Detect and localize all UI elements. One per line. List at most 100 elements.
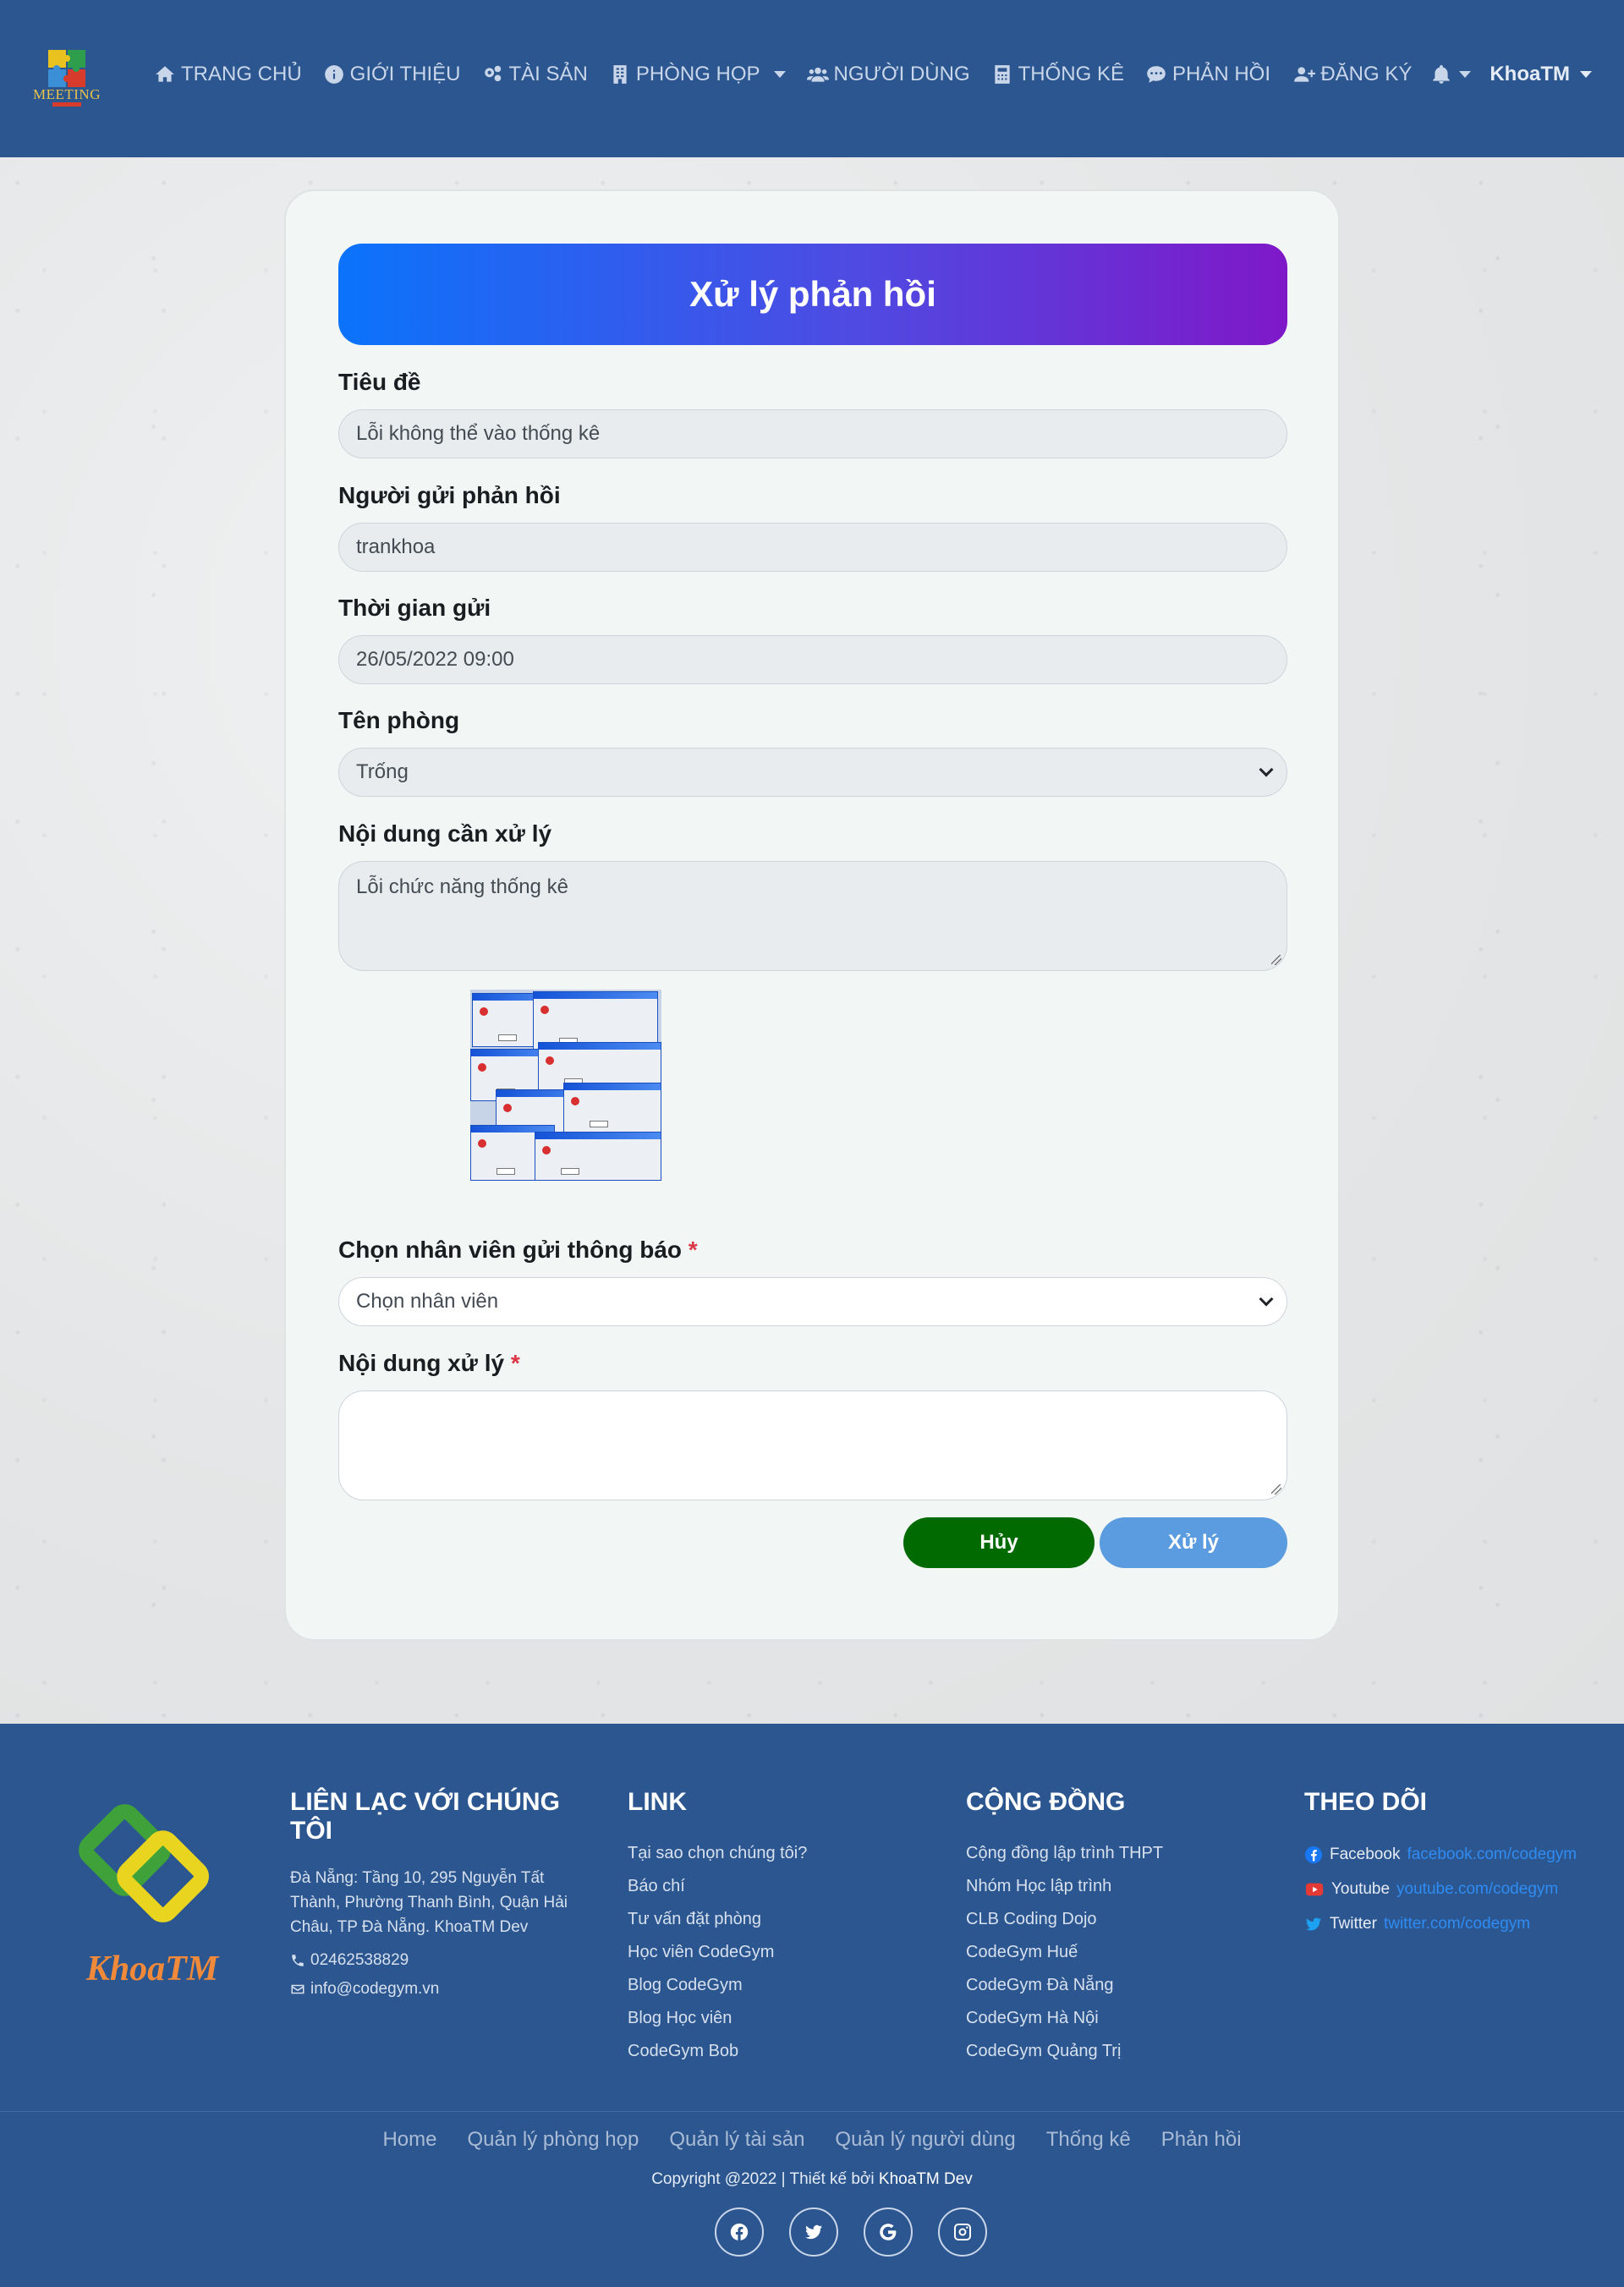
google-button[interactable]	[864, 2207, 913, 2257]
footer-follow-column: THEO DÕI Facebook facebook.com/codegym Y…	[1304, 1788, 1609, 1941]
twitter-button[interactable]	[789, 2207, 838, 2257]
content-textarea: Lỗi chức năng thống kê	[338, 861, 1287, 971]
nav-feedback[interactable]: PHẢN HỒI	[1145, 63, 1270, 86]
footer-link-column: LINK Tại sao chọn chúng tôi? Báo chí Tư …	[628, 1788, 807, 2068]
nav-home-label: TRANG CHỦ	[181, 63, 302, 85]
form-header: Xử lý phản hồi	[338, 244, 1287, 345]
logo-underline	[52, 102, 81, 107]
community-link[interactable]: Cộng đồng lập trình THPT	[966, 1837, 1163, 1870]
resize-grip-icon[interactable]	[1271, 1484, 1281, 1495]
footer-link[interactable]: Tại sao chọn chúng tôi?	[628, 1837, 807, 1870]
staff-placeholder: Chọn nhân viên	[356, 1290, 499, 1313]
home-icon	[156, 66, 174, 82]
follow-facebook: Facebook facebook.com/codegym	[1304, 1837, 1609, 1872]
envelope-icon	[291, 1984, 304, 1994]
community-link[interactable]: CodeGym Hà Nội	[966, 2002, 1163, 2035]
link-list: Tại sao chọn chúng tôi? Báo chí Tư vấn đ…	[628, 1837, 807, 2068]
footer-nav-feedback[interactable]: Phản hồi	[1161, 2128, 1242, 2152]
submit-button[interactable]: Xử lý	[1100, 1517, 1287, 1568]
footer-community-column: CỘNG ĐỒNG Cộng đồng lập trình THPT Nhóm …	[966, 1788, 1163, 2068]
content-value: Lỗi chức năng thống kê	[356, 875, 568, 898]
footer-nav-rooms[interactable]: Quản lý phòng họp	[468, 2128, 639, 2152]
community-link[interactable]: CodeGym Đà Nẵng	[966, 1969, 1163, 2002]
sender-label: Người gửi phản hồi	[338, 482, 561, 508]
gears-icon	[484, 65, 501, 82]
nav-about[interactable]: GIỚI THIỆU	[323, 63, 461, 86]
google-icon	[880, 2224, 897, 2240]
chevron-down-icon	[1459, 71, 1472, 78]
footer-logo[interactable]: KhoaTM	[42, 1783, 245, 1994]
contact-email-text: info@codegym.vn	[310, 1980, 440, 1998]
footer-link[interactable]: Blog Học viên	[628, 2002, 807, 2035]
footer-logo-text: KhoaTM	[85, 1950, 219, 1988]
nav-assets[interactable]: TÀI SẢN	[482, 63, 588, 86]
footer-link[interactable]: CodeGym Bob	[628, 2035, 807, 2068]
copyright-prefix: Copyright @2022 | Thiết kế bởi	[651, 2170, 879, 2188]
twitter-label: Twitter	[1330, 1915, 1377, 1933]
puzzle-logo-icon	[48, 50, 85, 87]
nav-rooms-dropdown[interactable]: PHÒNG HỌP	[609, 63, 786, 86]
comment-icon	[1147, 66, 1166, 83]
notifications-dropdown[interactable]	[1430, 63, 1472, 85]
footer-contact-column: LIÊN LẠC VỚI CHÚNG TÔI Đà Nẵng: Tầng 10,…	[290, 1788, 595, 1999]
staff-select[interactable]: Chọn nhân viên	[338, 1277, 1287, 1326]
footer-link[interactable]: Blog CodeGym	[628, 1969, 807, 2002]
follow-twitter: Twitter twitter.com/codegym	[1304, 1906, 1609, 1941]
community-link[interactable]: CodeGym Quảng Trị	[966, 2035, 1163, 2068]
cancel-button[interactable]: Hủy	[903, 1517, 1095, 1568]
nav-home[interactable]: TRANG CHỦ	[154, 63, 302, 86]
site-footer: KhoaTM LIÊN LẠC VỚI CHÚNG TÔI Đà Nẵng: T…	[0, 1724, 1624, 2287]
facebook-button[interactable]	[715, 2207, 764, 2257]
nav-register[interactable]: ĐĂNG KÝ	[1293, 63, 1412, 86]
title-field: Lỗi không thể vào thống kê	[338, 409, 1287, 458]
sender-value: trankhoa	[356, 535, 436, 558]
logo-text: MEETING	[33, 86, 101, 102]
nav-users-label: NGƯỜI DÙNG	[833, 63, 970, 85]
contact-title: LIÊN LẠC VỚI CHÚNG TÔI	[290, 1788, 560, 1845]
room-value: Trống	[356, 760, 409, 783]
youtube-label: Youtube	[1331, 1880, 1391, 1898]
twitter-icon	[805, 2224, 822, 2240]
title-label: Tiêu đề	[338, 369, 421, 395]
process-textarea[interactable]	[338, 1390, 1287, 1500]
footer-link[interactable]: Tư vấn đặt phòng	[628, 1903, 807, 1936]
community-link[interactable]: CodeGym Huế	[966, 1936, 1163, 1969]
copyright-author[interactable]: KhoaTM Dev	[879, 2170, 973, 2188]
community-list: Cộng đồng lập trình THPT Nhóm Học lập tr…	[966, 1837, 1163, 2068]
contact-phone: 02462538829	[290, 1951, 595, 1970]
footer-link[interactable]: Báo chí	[628, 1870, 807, 1903]
top-navbar: MEETING TRANG CHỦ GIỚI THIỆU TÀI SẢN PHÒ…	[0, 0, 1624, 157]
nav-users[interactable]: NGƯỜI DÙNG	[806, 63, 970, 86]
brand-logo[interactable]: MEETING	[27, 46, 107, 112]
room-label: Tên phòng	[338, 707, 460, 733]
community-link[interactable]: CLB Coding Dojo	[966, 1903, 1163, 1936]
nav-rooms-label: PHÒNG HỌP	[635, 63, 760, 85]
building-icon	[613, 65, 627, 84]
bell-icon	[1433, 64, 1451, 84]
footer-nav-home[interactable]: Home	[382, 2128, 436, 2152]
phone-icon	[292, 1955, 304, 1966]
main-content: Xử lý phản hồi Tiêu đề Lỗi không thể vào…	[0, 157, 1624, 1724]
twitter-link[interactable]: twitter.com/codegym	[1384, 1906, 1530, 1941]
info-circle-icon	[324, 65, 343, 84]
user-menu-dropdown[interactable]: KhoaTM	[1490, 63, 1592, 86]
community-link[interactable]: Nhóm Học lập trình	[966, 1870, 1163, 1903]
room-select[interactable]: Trống	[338, 748, 1287, 797]
footer-link[interactable]: Học viên CodeGym	[628, 1936, 807, 1969]
footer-nav-stats[interactable]: Thống kê	[1046, 2128, 1131, 2152]
nav-stats[interactable]: THỐNG KÊ	[991, 63, 1124, 86]
facebook-link[interactable]: facebook.com/codegym	[1407, 1837, 1577, 1872]
footer-nav-users[interactable]: Quản lý người dùng	[835, 2128, 1015, 2152]
instagram-button[interactable]	[938, 2207, 987, 2257]
user-name: KhoaTM	[1490, 63, 1570, 85]
feedback-attachment-image[interactable]	[470, 990, 661, 1181]
calculator-icon	[994, 65, 1010, 84]
nav-register-label: ĐĂNG KÝ	[1320, 63, 1413, 85]
community-title: CỘNG ĐỒNG	[966, 1788, 1126, 1816]
nav-stats-label: THỐNG KÊ	[1018, 63, 1124, 85]
footer-nav-assets[interactable]: Quản lý tài sản	[669, 2128, 804, 2152]
resize-grip-icon[interactable]	[1271, 955, 1281, 965]
follow-title: THEO DÕI	[1304, 1788, 1428, 1816]
youtube-link[interactable]: youtube.com/codegym	[1396, 1872, 1558, 1906]
content-label: Nội dung cần xử lý	[338, 820, 552, 847]
